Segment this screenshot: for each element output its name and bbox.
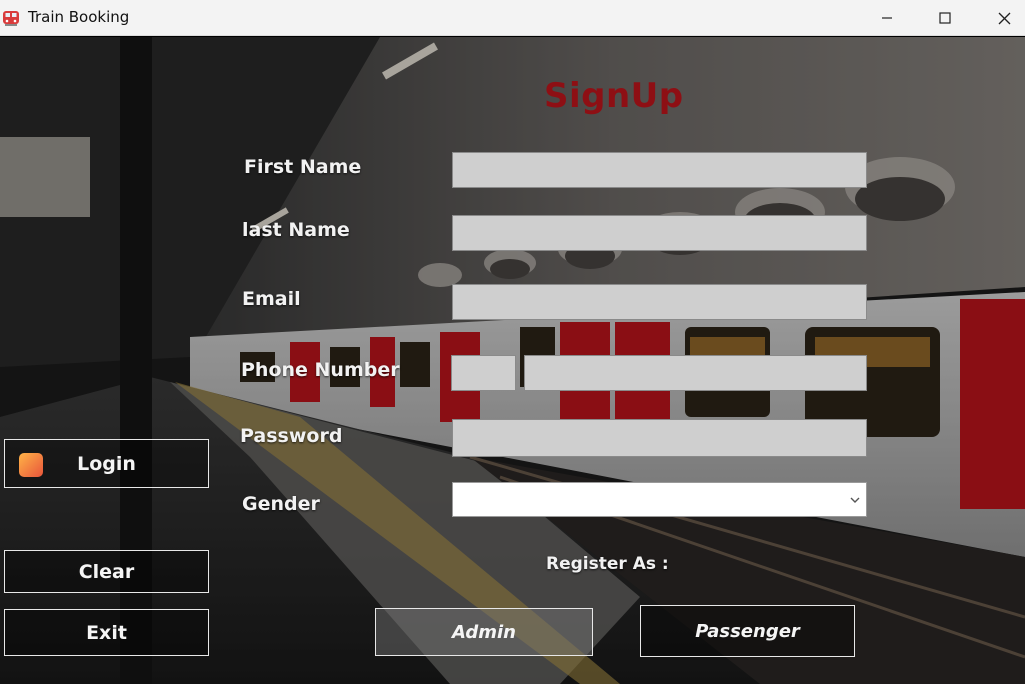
close-icon [998,12,1010,24]
clear-button-label: Clear [78,560,135,583]
email-label: Email [242,288,301,310]
clear-button[interactable]: Clear [4,550,209,593]
email-input[interactable] [452,284,867,320]
phone-number-input[interactable] [524,355,867,391]
train-app-icon [3,11,19,26]
password-input[interactable] [452,419,867,457]
phone-number-label: Phone Number [241,359,400,381]
minimize-icon [882,17,892,19]
title-bar: Train Booking [0,0,1025,36]
exit-button[interactable]: Exit [4,609,209,656]
admin-button[interactable]: Admin [375,608,593,656]
login-button[interactable]: Login [4,439,209,488]
last-name-input[interactable] [452,215,867,251]
first-name-input[interactable] [452,152,867,188]
exit-button-label: Exit [86,621,127,644]
close-button[interactable] [981,0,1025,36]
window-title: Train Booking [28,8,130,26]
maximize-button[interactable] [922,0,968,36]
admin-button-label: Admin [451,621,516,643]
password-label: Password [240,425,343,447]
chevron-down-icon [850,497,860,503]
user-login-icon [19,453,43,477]
register-as-label: Register As : [546,554,669,574]
signup-heading: SignUp [544,76,684,116]
gender-label: Gender [242,493,320,515]
maximize-icon [939,12,951,24]
first-name-label: First Name [244,156,362,178]
passenger-button-label: Passenger [695,620,800,642]
phone-code-input[interactable] [451,355,516,391]
minimize-button[interactable] [864,0,910,36]
gender-select[interactable] [452,482,867,517]
last-name-label: last Name [242,219,350,241]
login-button-label: Login [77,452,136,475]
passenger-button[interactable]: Passenger [640,605,855,657]
